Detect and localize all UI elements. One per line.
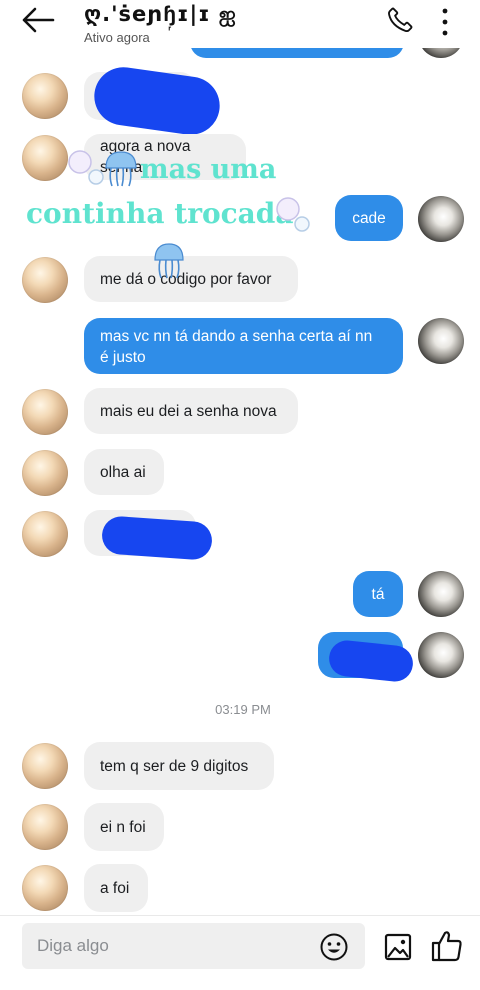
soap-bubbles-sticker xyxy=(276,197,310,232)
my-avatar[interactable] xyxy=(418,632,464,678)
contact-avatar[interactable] xyxy=(22,73,68,119)
message-input-box[interactable] xyxy=(22,923,365,969)
contact-avatar[interactable] xyxy=(22,389,68,435)
message-bubble-incoming[interactable]: mais eu dei a senha nova xyxy=(84,388,298,434)
message-bubble-incoming[interactable]: a foi xyxy=(84,864,148,912)
message-text: olha ai xyxy=(100,463,146,481)
contact-avatar[interactable] xyxy=(22,865,68,911)
overlay-caption-line2: continha trocada xyxy=(26,197,294,230)
message-text: cade xyxy=(352,209,386,227)
message-text: tem q ser de 9 digitos xyxy=(100,757,249,775)
message-text: tá xyxy=(371,585,385,603)
redaction-scribble xyxy=(90,63,224,139)
message-text-line1: mas vc nn tá dando a senha certa aí nn xyxy=(100,328,373,345)
image-icon[interactable] xyxy=(383,932,413,962)
message-text: a foi xyxy=(100,879,130,897)
smiley-icon[interactable] xyxy=(319,932,349,962)
message-bubble-outgoing[interactable]: cade xyxy=(335,195,403,241)
message-list[interactable]: agora a nova senha mas uma continha troc… xyxy=(0,0,480,915)
message-bubble-incoming[interactable]: ei n foi xyxy=(84,803,164,851)
message-input[interactable] xyxy=(22,923,312,969)
my-avatar[interactable] xyxy=(418,318,464,364)
message-bubble-outgoing[interactable]: mas vc nn tá dando a senha certa aí nn é… xyxy=(84,318,403,374)
my-avatar[interactable] xyxy=(418,571,464,617)
message-bubble-outgoing[interactable]: tá xyxy=(353,571,403,617)
message-text: mais eu dei a senha nova xyxy=(100,402,277,420)
jellyfish-sticker xyxy=(105,151,137,187)
message-bubble-incoming[interactable]: me dá o codigo por favor xyxy=(84,256,298,302)
message-text: ei n foi xyxy=(100,818,146,836)
message-composer xyxy=(0,915,480,990)
message-text-line2: é justo xyxy=(100,349,146,366)
contact-avatar[interactable] xyxy=(22,804,68,850)
thumbs-up-icon[interactable] xyxy=(430,929,464,963)
phone-icon[interactable] xyxy=(386,6,414,34)
message-bubble-incoming[interactable]: olha ai xyxy=(84,449,164,495)
contact-avatar[interactable] xyxy=(22,257,68,303)
redaction-scribble xyxy=(100,515,214,561)
contact-avatar[interactable] xyxy=(22,511,68,557)
message-timestamp: 03:19 PM xyxy=(215,702,271,717)
contact-avatar[interactable] xyxy=(22,450,68,496)
message-bubble-incoming[interactable]: tem q ser de 9 digitos xyxy=(84,742,274,790)
chat-header: ღ.'ṡeɲɧ᷊ɪ|ɪ ஐ Ativo agora xyxy=(0,0,480,48)
arrow-left-icon[interactable] xyxy=(20,6,56,34)
contact-avatar[interactable] xyxy=(22,743,68,789)
overlay-caption-line1: mas uma xyxy=(140,154,277,185)
my-avatar[interactable] xyxy=(418,196,464,242)
soap-bubbles-sticker xyxy=(68,150,104,185)
vertical-dots-icon[interactable] xyxy=(434,6,456,38)
chat-screen: agora a nova senha mas uma continha troc… xyxy=(0,0,480,990)
contact-avatar[interactable] xyxy=(22,135,68,181)
jellyfish-sticker xyxy=(154,243,184,279)
contact-status: Ativo agora xyxy=(84,30,150,45)
contact-name[interactable]: ღ.'ṡeɲɧ᷊ɪ|ɪ ஐ xyxy=(84,2,237,29)
